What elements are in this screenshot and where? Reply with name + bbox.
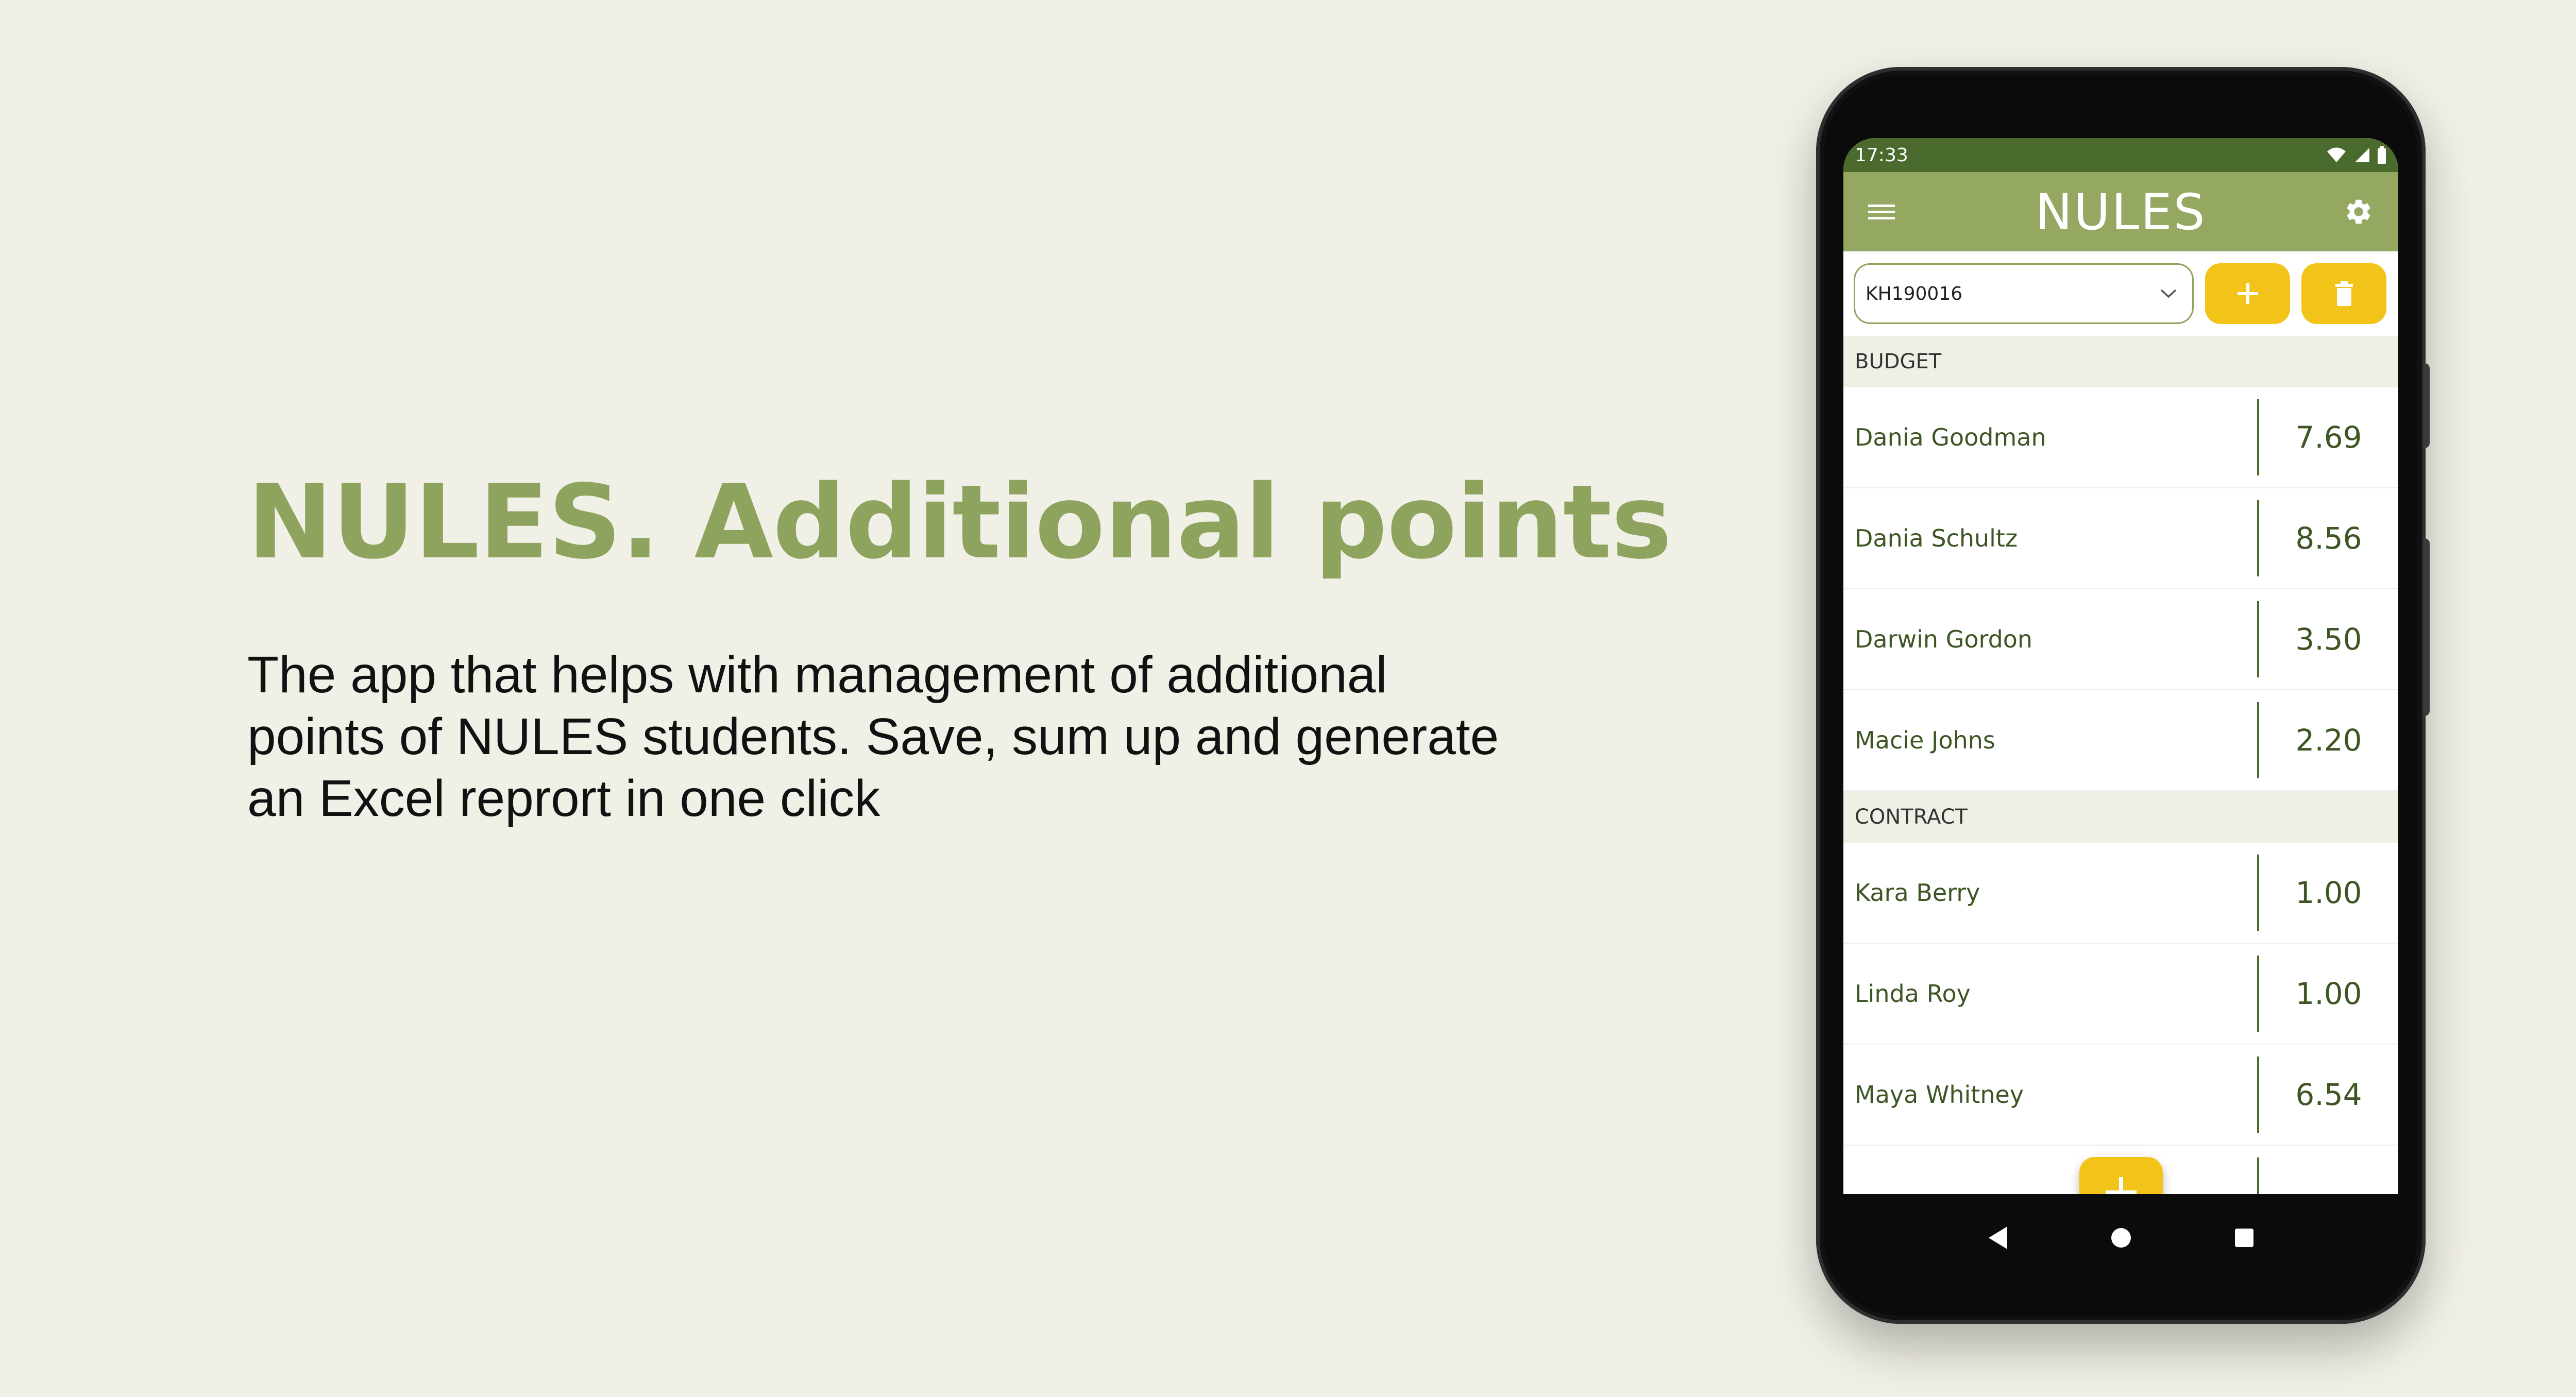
status-time: 17:33 bbox=[1855, 144, 1908, 166]
delete-group-button[interactable] bbox=[2301, 263, 2386, 324]
student-points: 6.54 bbox=[2295, 1077, 2362, 1112]
recents-icon[interactable] bbox=[2233, 1227, 2255, 1249]
student-name: Macie Johns bbox=[1855, 726, 1995, 754]
student-name: Dania Schultz bbox=[1855, 524, 2018, 552]
phone-side-button-volume bbox=[2424, 538, 2430, 716]
student-points: 7.69 bbox=[2295, 420, 2362, 455]
chevron-down-icon bbox=[2160, 289, 2177, 298]
back-icon[interactable] bbox=[1987, 1225, 2009, 1250]
row-divider bbox=[2257, 1157, 2259, 1194]
wifi-icon bbox=[2327, 147, 2346, 162]
promo-headline: NULES. Additional points bbox=[247, 463, 1672, 582]
section-header-contract: CONTRACT bbox=[1843, 791, 2398, 843]
plus-icon bbox=[2237, 283, 2258, 304]
student-points: 8.56 bbox=[2295, 521, 2362, 556]
student-name: Kara Berry bbox=[1855, 879, 1980, 907]
student-row[interactable]: Dania Schultz 8.56 bbox=[1843, 488, 2398, 589]
student-row[interactable]: Darwin Gordon 3.50 bbox=[1843, 589, 2398, 690]
signal-icon bbox=[2355, 148, 2369, 162]
student-row[interactable]: Macie Johns 2.20 bbox=[1843, 690, 2398, 791]
phone-screen: 17:33 NULES KH190016 BUDGET Dania Goodma… bbox=[1843, 138, 2398, 1194]
add-group-button[interactable] bbox=[2205, 263, 2290, 324]
student-name: Darwin Gordon bbox=[1855, 625, 2033, 653]
app-bar: NULES bbox=[1843, 172, 2398, 251]
phone-side-button-power bbox=[2424, 363, 2430, 448]
home-icon[interactable] bbox=[2110, 1226, 2132, 1249]
trash-icon bbox=[2335, 281, 2353, 306]
student-row[interactable]: Kara Berry 1.00 bbox=[1843, 843, 2398, 944]
student-name: Dania Goodman bbox=[1855, 423, 2046, 451]
status-bar: 17:33 bbox=[1843, 138, 2398, 172]
student-points: 2.20 bbox=[2295, 723, 2362, 758]
student-row[interactable]: Linda Roy 1.00 bbox=[1843, 944, 2398, 1045]
group-toolbar: KH190016 bbox=[1843, 251, 2398, 336]
group-select[interactable]: KH190016 bbox=[1854, 263, 2194, 324]
section-header-budget: BUDGET bbox=[1843, 336, 2398, 387]
group-select-value: KH190016 bbox=[1866, 283, 1963, 304]
phone-frame: 17:33 NULES KH190016 BUDGET Dania Goodma… bbox=[1816, 67, 2430, 1324]
plus-icon bbox=[2106, 1177, 2137, 1194]
student-points: 1.00 bbox=[2295, 875, 2362, 910]
student-name: Linda Roy bbox=[1855, 980, 1971, 1008]
student-row[interactable]: Maya Whitney 6.54 bbox=[1843, 1045, 2398, 1146]
status-icons bbox=[2326, 146, 2387, 164]
student-name: Maya Whitney bbox=[1855, 1081, 2024, 1109]
promo-tagline: The app that helps with management of ad… bbox=[247, 646, 1499, 827]
add-student-fab[interactable] bbox=[2079, 1157, 2163, 1194]
battery-icon bbox=[2378, 146, 2386, 164]
student-points: 1.00 bbox=[2295, 976, 2362, 1011]
student-row[interactable]: Dania Goodman 7.69 bbox=[1843, 387, 2398, 488]
app-title: NULES bbox=[2035, 183, 2207, 241]
android-nav-bar bbox=[1843, 1194, 2398, 1282]
student-points: 3.50 bbox=[2295, 622, 2362, 657]
